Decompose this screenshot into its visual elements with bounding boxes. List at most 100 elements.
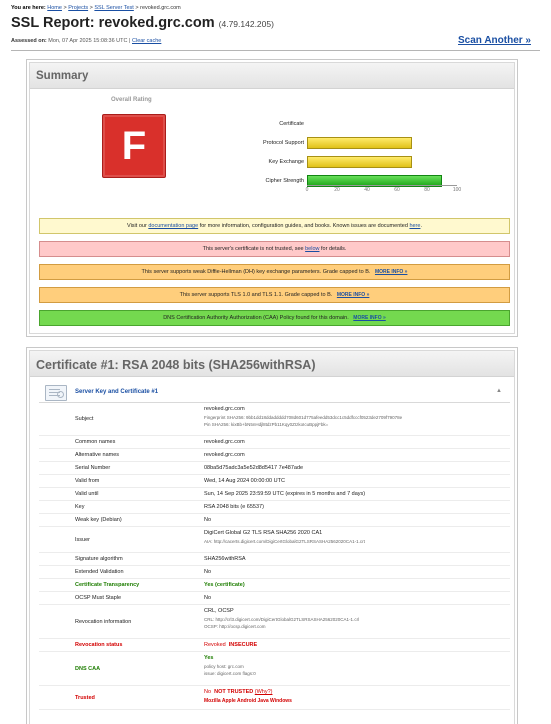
scale-axis — [307, 185, 457, 186]
table-row: Common names revoked.grc.com — [39, 436, 510, 449]
caa-more-info-link[interactable]: MORE INFO » — [353, 315, 386, 321]
common-names-value: revoked.grc.com — [204, 439, 245, 445]
serial-value: 08ba5d75adc3a5e52d8d5417 7e487ade — [204, 465, 304, 471]
notice-untrusted-post: for details. — [321, 246, 347, 252]
revocation-status-value: Revoked — [204, 642, 226, 648]
row-label-sig-alg: Signature algorithm — [75, 556, 123, 562]
notice-docs-mid: for more information, configuration guid… — [199, 223, 408, 229]
scan-another-link[interactable]: Scan Another » — [458, 35, 531, 46]
table-row: Issuer DigiCert Global G2 TLS RSA SHA256… — [39, 527, 510, 553]
certificate-panel: Certificate #1: RSA 2048 bits (SHA256wit… — [26, 347, 518, 724]
bar-label-cipher: Cipher Strength — [265, 178, 304, 184]
grade-badge: F — [102, 114, 166, 178]
trust-stores: Mozilla Apple Android Java Windows — [204, 698, 292, 704]
ev-value: No — [204, 569, 212, 575]
assessed-label: Assessed on: — [11, 38, 47, 44]
table-row: Subject revoked.grc.com Fingerprint SHA2… — [39, 403, 510, 436]
bar-protocol-support — [307, 137, 412, 149]
table-row: Revocation status Revoked INSECURE — [39, 639, 510, 652]
row-label-valid-from: Valid from — [75, 478, 100, 484]
dns-caa-issue: issue: digicert.com flags:0 — [204, 671, 256, 676]
ocsp-staple-value: No — [204, 595, 212, 601]
revocation-info-value: CRL, OCSP — [204, 608, 234, 614]
row-label-issuer: Issuer — [75, 536, 90, 543]
row-label-ct: Certificate Transparency — [75, 582, 140, 588]
known-issues-link[interactable]: here — [409, 223, 420, 229]
scale-tick: 80 — [424, 187, 430, 193]
table-row: Serial Number 08ba5d75adc3a5e52d8d5417 7… — [39, 462, 510, 475]
breadcrumb-home-link[interactable]: Home — [47, 5, 62, 11]
dns-caa-value: Yes — [204, 655, 214, 661]
weak-key-value: No — [204, 517, 212, 523]
breadcrumb-ssl-test-link[interactable]: SSL Server Test — [94, 5, 133, 11]
bar-label-key-exchange: Key Exchange — [268, 159, 304, 165]
header-divider — [11, 50, 540, 51]
revocation-ocsp: OCSP: http://ocsp.digicert.com — [204, 624, 266, 629]
row-label-subject: Subject — [75, 416, 94, 422]
assessed-on: Assessed on: Mon, 07 Apr 2025 15:08:36 U… — [11, 38, 161, 44]
table-row: Valid from Wed, 14 Aug 2024 00:00:00 UTC — [39, 475, 510, 488]
breadcrumb-sep: > — [135, 5, 139, 11]
why-link[interactable]: (Why?) — [255, 689, 273, 695]
table-row: Revocation information CRL, OCSP CRL: ht… — [39, 605, 510, 639]
row-label-trusted: Trusted — [75, 694, 95, 701]
scale-tick: 100 — [452, 187, 462, 193]
triangle-up-icon[interactable]: ▲ — [496, 388, 502, 394]
table-row: Alternative names revoked.grc.com — [39, 449, 510, 462]
documentation-page-link[interactable]: documentation page — [148, 223, 198, 229]
notice-documentation: Visit our documentation page for more in… — [39, 218, 510, 234]
assessed-date: Mon, 07 Apr 2025 15:08:36 UTC — [48, 38, 128, 44]
ct-value: Yes (certificate) — [204, 582, 245, 588]
bar-key-exchange — [307, 156, 412, 168]
table-row: OCSP Must Staple No — [39, 592, 510, 605]
issuer-value: DigiCert Global G2 TLS RSA SHA256 2020 C… — [204, 530, 323, 536]
certificate-heading: Certificate #1: RSA 2048 bits (SHA256wit… — [30, 351, 514, 377]
scale-tick: 60 — [394, 187, 400, 193]
table-row: Weak key (Debian) No — [39, 514, 510, 527]
table-row: Trusted No NOT TRUSTED (Why?) Mozilla Ap… — [39, 686, 510, 710]
table-row: Certificate Transparency Yes (certificat… — [39, 579, 510, 592]
overall-rating-label: Overall Rating — [111, 97, 152, 103]
row-label-alt-names: Alternative names — [75, 452, 120, 458]
row-label-valid-until: Valid until — [75, 491, 99, 497]
subject-fingerprint: Fingerprint SHA256: 9bb1dd18ddaddddd708d… — [204, 415, 403, 420]
notice-tls-versions: This server supports TLS 1.0 and TLS 1.1… — [39, 287, 510, 303]
issuer-aia: AIA: http://cacerts.digicert.com/DigiCer… — [204, 539, 365, 544]
row-label-common-names: Common names — [75, 439, 116, 445]
bar-label-certificate: Certificate — [279, 121, 304, 127]
notice-untrusted: This server's certificate is not trusted… — [39, 241, 510, 257]
sig-alg-value: SHA256withRSA — [204, 556, 246, 562]
notice-docs-pre: Visit our — [127, 223, 147, 229]
table-row: Signature algorithm SHA256withRSA — [39, 553, 510, 566]
table-row: Valid until Sun, 14 Sep 2025 23:59:59 UT… — [39, 488, 510, 501]
page-title-prefix: SSL Report: — [11, 15, 95, 31]
revocation-crl: CRL: http://crl3.digicert.com/DigiCertGl… — [204, 617, 360, 622]
row-label-revocation-info: Revocation information — [75, 618, 132, 625]
clear-cache-link[interactable]: Clear cache — [132, 38, 161, 44]
row-label-dns-caa: DNS CAA — [75, 665, 101, 672]
row-label-ev: Extended Validation — [75, 569, 124, 575]
summary-panel: Summary Overall Rating F Certificate Pro… — [26, 59, 518, 337]
breadcrumb: You are here: Home > Projects > SSL Serv… — [11, 5, 181, 11]
notice-untrusted-pre: This server's certificate is not trusted… — [202, 246, 304, 252]
breadcrumb-projects-link[interactable]: Projects — [68, 5, 88, 11]
row-label-serial: Serial Number — [75, 465, 111, 471]
table-row: Extended Validation No — [39, 566, 510, 579]
notice-docs-post: . — [420, 223, 422, 229]
below-link[interactable]: below — [305, 246, 319, 252]
bar-label-protocol: Protocol Support — [263, 140, 304, 146]
assessed-sep: | — [129, 38, 131, 44]
row-label-weak-key: Weak key (Debian) — [75, 517, 122, 523]
notice-caa-text: DNS Certification Authority Authorizatio… — [163, 315, 349, 321]
notice-dh-text: This server supports weak Diffie-Hellman… — [141, 269, 371, 275]
subject-pin: Pin SHA256: kixBb+bN5nHdjl8tdzPb11Kqy0ZI… — [204, 422, 329, 427]
dh-more-info-link[interactable]: MORE INFO » — [375, 269, 408, 275]
notice-caa: DNS Certification Authority Authorizatio… — [39, 310, 510, 326]
breadcrumb-sep: > — [89, 5, 93, 11]
valid-until-value: Sun, 14 Sep 2025 23:59:59 UTC (expires i… — [204, 491, 366, 497]
tls-more-info-link[interactable]: MORE INFO » — [337, 292, 370, 298]
key-value: RSA 2048 bits (e 65537) — [204, 504, 264, 510]
breadcrumb-sep: > — [63, 5, 67, 11]
trusted-value: No — [204, 689, 212, 695]
breadcrumb-prefix: You are here: — [11, 5, 46, 11]
